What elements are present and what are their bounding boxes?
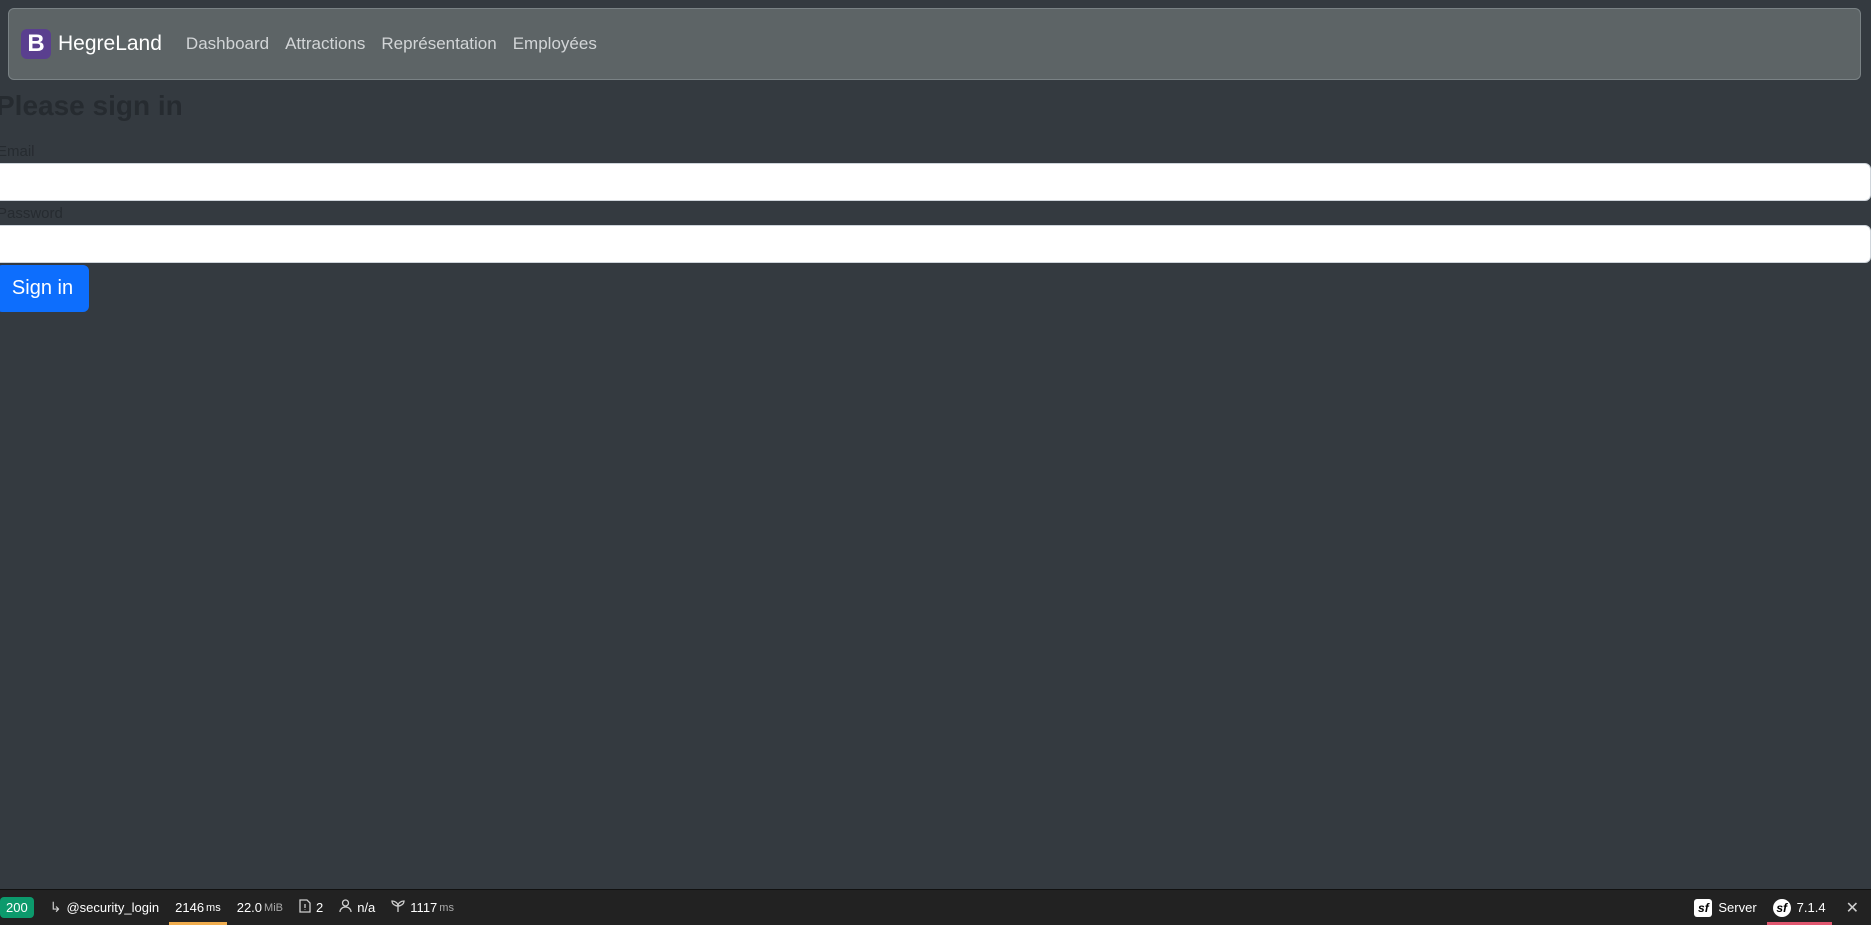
status-badge: 200 <box>0 897 34 918</box>
twig-unit: ms <box>439 901 454 914</box>
server-item[interactable]: sf Server <box>1686 890 1764 925</box>
time-value: 2146 <box>175 900 205 915</box>
nav-link-dashboard[interactable]: Dashboard <box>186 34 269 54</box>
twig-item[interactable]: 1117 ms <box>383 890 462 925</box>
document-icon <box>299 899 311 916</box>
password-field[interactable] <box>0 225 1871 263</box>
user-item[interactable]: n/a <box>331 890 383 925</box>
route-name: @security_login <box>66 900 160 915</box>
version-item[interactable]: sf 7.1.4 <box>1765 890 1834 925</box>
brand-link[interactable]: B HegreLand <box>21 29 162 59</box>
redirect-arrow-icon: ↳ <box>49 899 62 915</box>
email-field[interactable] <box>0 163 1871 201</box>
close-icon[interactable]: ✕ <box>1834 898 1871 918</box>
nav-link-attractions[interactable]: Attractions <box>285 34 365 54</box>
time-item[interactable]: 2146 ms <box>167 890 229 925</box>
logs-item[interactable]: 2 <box>291 890 331 925</box>
email-label: Email <box>0 143 35 160</box>
user-icon <box>339 899 352 916</box>
nav-link-representation[interactable]: Représentation <box>381 34 496 54</box>
navbar: B HegreLand Dashboard Attractions Représ… <box>8 8 1861 80</box>
bootstrap-logo-icon: B <box>21 29 51 59</box>
symfony-round-logo-icon: sf <box>1772 898 1791 917</box>
route-item[interactable]: ↳ @security_login <box>42 890 167 925</box>
time-unit: ms <box>206 901 221 914</box>
page-title: Please sign in <box>0 90 183 121</box>
symfony-logo-icon: sf <box>1694 898 1713 917</box>
password-label: Password <box>0 205 63 222</box>
server-label: Server <box>1718 900 1757 915</box>
memory-value: 22.0 <box>236 900 263 915</box>
twig-value: 1117 <box>410 900 438 915</box>
symfony-version: 7.1.4 <box>1796 900 1826 915</box>
brand-name: HegreLand <box>58 32 162 55</box>
user-value: n/a <box>357 900 376 915</box>
page: B HegreLand Dashboard Attractions Représ… <box>0 0 1871 925</box>
twig-leaf-icon <box>391 899 405 916</box>
memory-unit: MiB <box>264 901 283 914</box>
sign-in-button[interactable]: Sign in <box>0 265 89 312</box>
nav-link-employees[interactable]: Employées <box>513 34 597 54</box>
memory-item[interactable]: 22.0 MiB <box>229 890 291 925</box>
logs-count: 2 <box>315 900 324 915</box>
status-item[interactable]: 200 <box>0 890 42 925</box>
debug-toolbar: 200 ↳ @security_login 2146 ms 22.0 MiB 2… <box>0 889 1871 925</box>
